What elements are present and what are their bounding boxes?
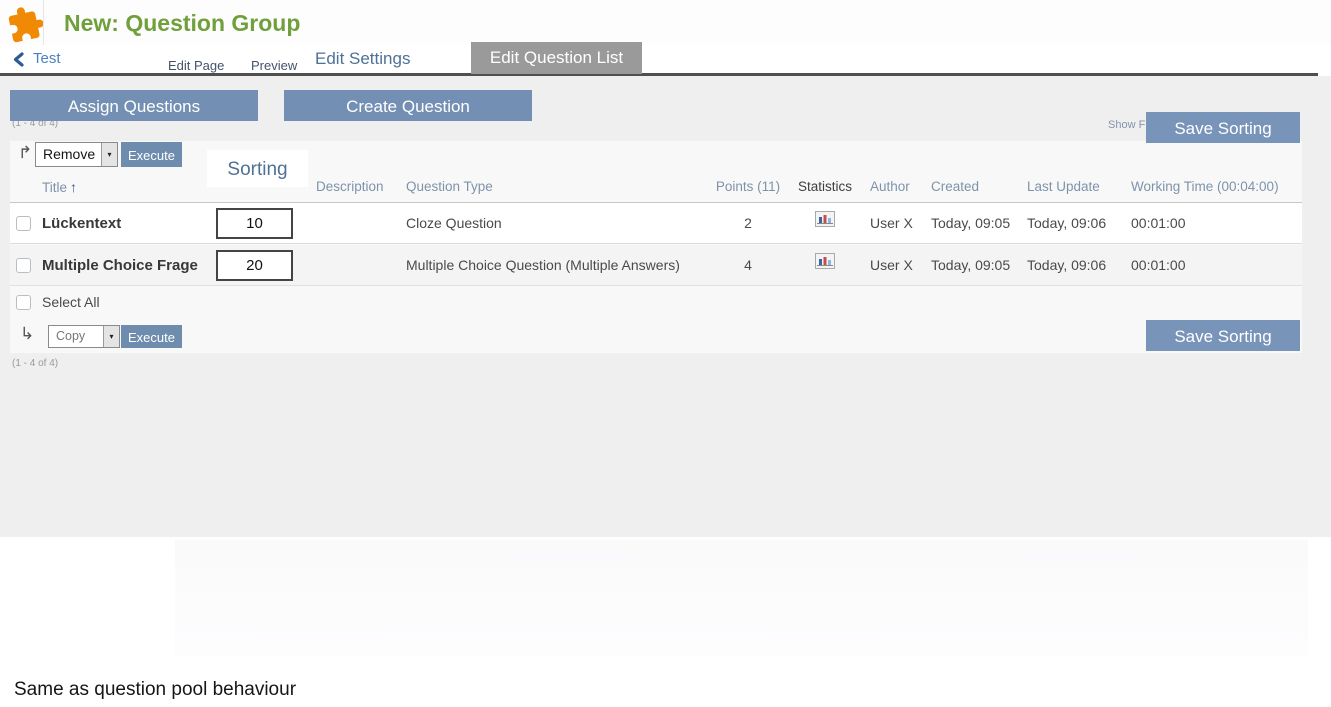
- bulk-action-value-bottom: Copy: [49, 326, 103, 347]
- assign-questions-button[interactable]: Assign Questions: [10, 90, 258, 121]
- column-header-working-time: Working Time (00:04:00): [1131, 168, 1279, 203]
- row-checkbox[interactable]: [16, 216, 31, 231]
- tab-preview[interactable]: Preview: [251, 58, 297, 73]
- back-chevron-icon[interactable]: [12, 52, 25, 72]
- question-table: ↱ Remove ▾ Execute Sorting Title↑ Descri…: [10, 141, 1302, 353]
- column-header-title[interactable]: Title↑: [42, 168, 77, 203]
- question-type: Cloze Question: [406, 203, 502, 244]
- sort-asc-icon: ↑: [67, 179, 77, 195]
- question-points: 4: [710, 245, 786, 286]
- question-title[interactable]: Lückentext: [42, 203, 121, 244]
- table-header-row: Title↑ Description Question Type Points …: [10, 168, 1302, 203]
- dropdown-arrow-icon[interactable]: ▾: [103, 326, 119, 347]
- annotation-note: Same as question pool behaviour: [14, 679, 296, 701]
- question-working-time: 00:01:00: [1131, 245, 1186, 286]
- show-filter-link[interactable]: Show F: [1108, 119, 1145, 131]
- content-area: (1 - 4 of 4) Assign Questions Create Que…: [0, 76, 1331, 537]
- page: New: Question Group Test Edit Page Previ…: [0, 0, 1331, 707]
- header-divider: [43, 0, 44, 45]
- question-created: Today, 09:05: [931, 245, 1010, 286]
- question-author: User X: [870, 245, 913, 286]
- puzzle-icon: [7, 5, 45, 43]
- execute-button-bottom[interactable]: Execute: [121, 325, 182, 348]
- sorting-column-label: Sorting: [207, 150, 308, 187]
- statistics-icon[interactable]: [815, 244, 835, 285]
- question-title[interactable]: Multiple Choice Frage: [42, 245, 198, 286]
- sorting-input[interactable]: [216, 250, 293, 281]
- question-type: Multiple Choice Question (Multiple Answe…: [406, 245, 680, 286]
- table-row: Multiple Choice Frage Multiple Choice Qu…: [10, 245, 1302, 286]
- apply-to-top-arrow-icon: ↱: [18, 143, 32, 163]
- bulk-action-select-top[interactable]: Remove ▾: [35, 142, 118, 167]
- table-row: Lückentext Cloze Question 2 User X Today…: [10, 203, 1302, 244]
- page-title: New: Question Group: [64, 10, 300, 37]
- select-all-label: Select All: [42, 287, 100, 318]
- faded-panel: [175, 540, 1308, 656]
- create-question-button[interactable]: Create Question: [284, 90, 532, 121]
- apply-to-bottom-arrow-icon: ↳: [20, 324, 34, 344]
- select-all-checkbox[interactable]: [16, 295, 31, 310]
- bulk-action-value-top: Remove: [36, 143, 101, 166]
- question-last-update: Today, 09:06: [1027, 245, 1106, 286]
- execute-button-top[interactable]: Execute: [121, 142, 182, 167]
- tab-edit-settings[interactable]: Edit Settings: [315, 49, 410, 69]
- question-last-update: Today, 09:06: [1027, 203, 1106, 244]
- save-sorting-button-top[interactable]: Save Sorting: [1146, 112, 1300, 143]
- question-created: Today, 09:05: [931, 203, 1010, 244]
- pagination-bottom: (1 - 4 of 4): [12, 358, 58, 369]
- question-points: 2: [710, 203, 786, 244]
- column-header-statistics: Statistics: [797, 168, 853, 203]
- column-header-question-type: Question Type: [406, 168, 493, 203]
- sorting-input[interactable]: [216, 208, 293, 239]
- column-header-created: Created: [931, 168, 979, 203]
- back-link-test[interactable]: Test: [33, 50, 61, 67]
- save-sorting-button-bottom[interactable]: Save Sorting: [1146, 320, 1300, 351]
- tab-separator-rule: [0, 73, 1318, 76]
- question-working-time: 00:01:00: [1131, 203, 1186, 244]
- column-header-last-update: Last Update: [1027, 168, 1100, 203]
- tab-edit-page[interactable]: Edit Page: [168, 58, 224, 73]
- tab-edit-question-list[interactable]: Edit Question List: [471, 42, 642, 74]
- question-author: User X: [870, 203, 913, 244]
- statistics-icon[interactable]: [815, 202, 835, 243]
- bulk-action-select-bottom[interactable]: Copy ▾: [48, 325, 120, 348]
- column-header-author: Author: [870, 168, 910, 203]
- row-checkbox[interactable]: [16, 258, 31, 273]
- title-bar: New: Question Group: [0, 0, 1331, 45]
- statistics-cell: [797, 245, 853, 286]
- column-header-points: Points (11): [710, 168, 786, 203]
- column-header-description: Description: [316, 168, 384, 203]
- select-all-row: Select All: [10, 287, 1302, 318]
- statistics-cell: [797, 203, 853, 244]
- dropdown-arrow-icon[interactable]: ▾: [101, 143, 117, 166]
